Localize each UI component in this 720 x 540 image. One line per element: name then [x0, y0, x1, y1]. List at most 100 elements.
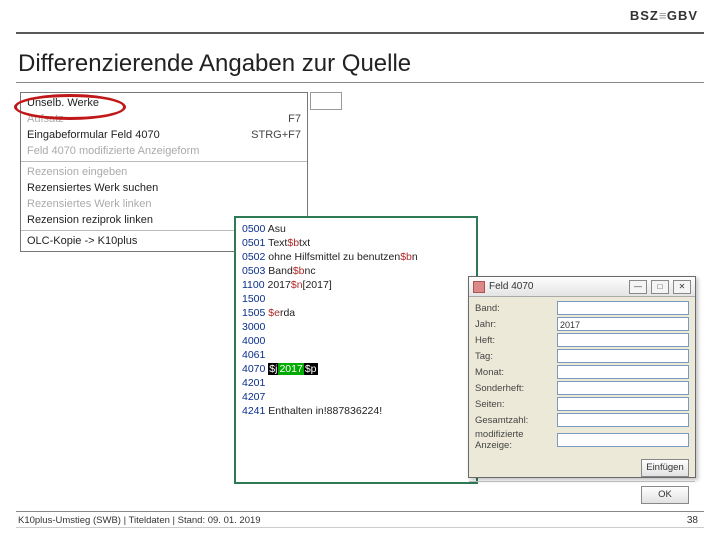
page-number: 38	[687, 515, 698, 526]
field-part: 2017	[268, 279, 291, 291]
form-row: Gesamtzahl:	[475, 413, 689, 427]
maximize-button[interactable]: □	[651, 280, 669, 294]
record-line: 1505 $erda	[242, 306, 470, 320]
form-row: Heft:	[475, 333, 689, 347]
menu-item-shortcut: STRG+F7	[241, 128, 301, 142]
menu-item[interactable]: Feld 4070 modifizierte Anzeigeform	[21, 143, 307, 159]
form-label: Monat:	[475, 367, 557, 378]
menu-item-label: Rezensiertes Werk linken	[27, 197, 241, 211]
form-input[interactable]: 2017	[557, 317, 689, 331]
menu-item-shortcut	[241, 197, 301, 211]
dialog-ok-row: OK	[469, 481, 695, 508]
field-number: 1100	[242, 279, 268, 291]
record-line: 0501 Text$btxt	[242, 236, 470, 250]
menu-item-label: Rezension reziprok linken	[27, 213, 241, 227]
record-panel: 0500 Asu0501 Text$btxt0502 ohne Hilfsmit…	[234, 216, 478, 484]
logo-sep: ≡	[659, 8, 667, 23]
top-rule	[16, 32, 704, 34]
record-line: 4061	[242, 348, 470, 362]
field-part: 2017	[278, 363, 303, 375]
form-label: Tag:	[475, 351, 557, 362]
form-input[interactable]	[557, 397, 689, 411]
menu-item-label: Unselb. Werke	[27, 96, 241, 110]
form-input[interactable]	[557, 301, 689, 315]
field-part: ohne Hilfsmittel zu benutzen	[268, 251, 400, 263]
form-row: Seiten:	[475, 397, 689, 411]
form-row: Monat:	[475, 365, 689, 379]
form-row: Band:	[475, 301, 689, 315]
field-number: 3000	[242, 321, 265, 333]
dialog-feld-4070: Feld 4070 — □ ✕ Band:Jahr:2017Heft:Tag:M…	[468, 276, 696, 478]
form-row: modifizierte Anzeige:	[475, 429, 689, 451]
form-label: Seiten:	[475, 399, 557, 410]
field-part: nc	[305, 265, 316, 277]
logo-left: BSZ	[630, 8, 659, 23]
panel-stub	[310, 92, 342, 110]
form-row: Sonderheft:	[475, 381, 689, 395]
dialog-body: Band:Jahr:2017Heft:Tag:Monat:Sonderheft:…	[469, 297, 695, 455]
menu-item-label: Feld 4070 modifizierte Anzeigeform	[27, 144, 241, 158]
menu-item-label: Rezension eingeben	[27, 165, 241, 179]
menu-item[interactable]: Rezensiertes Werk suchen	[21, 180, 307, 196]
record-line: 4241 Enthalten in!887836224!	[242, 404, 470, 418]
footer-text: K10plus-Umstieg (SWB) | Titeldaten | Sta…	[18, 515, 261, 526]
minimize-button[interactable]: —	[629, 280, 647, 294]
menu-item[interactable]: Rezension eingeben	[21, 164, 307, 180]
menu-item-label: Aufsatz	[27, 112, 241, 126]
menu-item-shortcut	[241, 144, 301, 158]
page-title: Differenzierende Angaben zur Quelle	[18, 50, 411, 78]
record-line: 0502 ohne Hilfsmittel zu benutzen$bn	[242, 250, 470, 264]
form-label: Jahr:	[475, 319, 557, 330]
field-number: 0500	[242, 223, 268, 235]
field-part: $p	[304, 363, 318, 375]
record-line: 3000	[242, 320, 470, 334]
form-label: Band:	[475, 303, 557, 314]
menu-item-shortcut	[241, 165, 301, 179]
form-row: Tag:	[475, 349, 689, 363]
field-number: 4207	[242, 391, 265, 403]
form-row: Jahr:2017	[475, 317, 689, 331]
menu-item[interactable]: Eingabeformular Feld 4070STRG+F7	[21, 127, 307, 143]
field-part: [2017]	[303, 279, 332, 291]
menu-item-label: OLC-Kopie -> K10plus	[27, 234, 241, 248]
record-line: 1100 2017$n[2017]	[242, 278, 470, 292]
field-part: Asu	[268, 223, 286, 235]
menu-item-shortcut	[241, 181, 301, 195]
record-line: 4070 $j2017$p	[242, 362, 470, 376]
footer-rule-2	[16, 527, 704, 528]
field-part: $e	[268, 307, 280, 319]
form-label: Gesamtzahl:	[475, 415, 557, 426]
title-underline	[16, 82, 704, 83]
ok-button[interactable]: OK	[641, 486, 689, 504]
form-label: Sonderheft:	[475, 383, 557, 394]
form-input[interactable]	[557, 381, 689, 395]
form-input[interactable]	[557, 413, 689, 427]
menu-item[interactable]: Unselb. Werke	[21, 95, 307, 111]
menu-group-1: Unselb. WerkeAufsatzF7Eingabeformular Fe…	[21, 93, 307, 162]
menu-item-shortcut	[241, 96, 301, 110]
dialog-titlebar: Feld 4070 — □ ✕	[469, 277, 695, 297]
menu-item[interactable]: Rezensiertes Werk linken	[21, 196, 307, 212]
field-number: 1500	[242, 293, 265, 305]
form-label: modifizierte Anzeige:	[475, 429, 557, 451]
form-input[interactable]	[557, 349, 689, 363]
field-part: Band	[268, 265, 293, 277]
record-line: 0503 Band$bnc	[242, 264, 470, 278]
field-part: rda	[280, 307, 295, 319]
insert-button[interactable]: Einfügen	[641, 459, 689, 477]
close-button[interactable]: ✕	[673, 280, 691, 294]
field-number: 4241	[242, 405, 268, 417]
field-part: Text	[268, 237, 287, 249]
menu-item-label: Rezensiertes Werk suchen	[27, 181, 241, 195]
menu-item[interactable]: AufsatzF7	[21, 111, 307, 127]
field-number: 0501	[242, 237, 268, 249]
form-label: Heft:	[475, 335, 557, 346]
record-line: 0500 Asu	[242, 222, 470, 236]
field-number: 0503	[242, 265, 268, 277]
form-input[interactable]	[557, 333, 689, 347]
field-number: 4201	[242, 377, 265, 389]
form-input[interactable]	[557, 433, 689, 447]
form-input[interactable]	[557, 365, 689, 379]
field-part: $b	[400, 251, 412, 263]
field-part: n	[412, 251, 418, 263]
